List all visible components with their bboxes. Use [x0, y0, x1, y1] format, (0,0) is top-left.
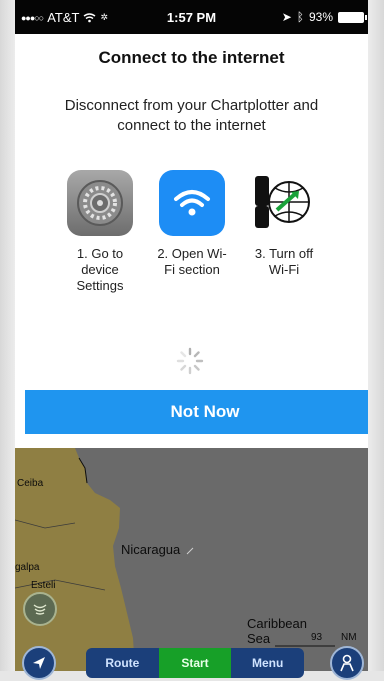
map-label-nicaragua: Nicaragua [121, 542, 181, 557]
navigation-arrow-icon [33, 657, 45, 669]
bottom-nav-bar: Route Start Menu [86, 648, 305, 678]
bluetooth-icon: ᛒ [296, 10, 304, 24]
location-arrow-icon: ➤ [281, 10, 292, 24]
status-bar: ●●●○○ AT&T ✲ 1:57 PM ➤ ᛒ 93% [15, 0, 368, 34]
wifi-icon [159, 170, 225, 236]
step-open-wifi: 2. Open Wi-Fi section [152, 170, 232, 278]
dialog-title: Connect to the internet [98, 48, 285, 67]
route-tab[interactable]: Route [86, 648, 159, 678]
globe-wifi-off-icon [251, 170, 317, 236]
map-scale-value: 93 [311, 632, 323, 643]
navigate-button[interactable] [22, 646, 56, 680]
dialog-subtitle: Disconnect from your Chartplotter and co… [64, 97, 319, 134]
start-tab[interactable]: Start [158, 648, 232, 678]
map-label-ceiba: Ceiba [17, 478, 44, 489]
sonar-button[interactable] [23, 592, 57, 626]
step-label: 3. Turn off Wi-Fi [254, 246, 314, 277]
frame-left [0, 0, 15, 681]
loading-spinner-icon [176, 347, 204, 375]
map-label-caribbean-sea: Caribbean Sea [247, 616, 307, 646]
map-scale-unit: NM [341, 632, 357, 643]
menu-tab[interactable]: Menu [231, 648, 305, 678]
chart-map[interactable]: Ceiba Nicaragua galpa Esteli Caribbean S… [15, 448, 368, 671]
step-go-to-settings: 1. Go to device Settings [60, 170, 140, 294]
phone-screen: ●●●○○ AT&T ✲ 1:57 PM ➤ ᛒ 93% Connect to … [15, 0, 368, 671]
sonar-waves-icon [33, 604, 47, 615]
user-icon [340, 654, 354, 672]
frame-right [368, 0, 384, 681]
battery-percent: 93% [308, 10, 333, 24]
step-label: 2. Open Wi-Fi section [157, 246, 227, 277]
profile-button[interactable] [330, 646, 364, 680]
not-now-button[interactable]: Not Now [25, 390, 368, 434]
step-turn-off-wifi: 3. Turn off Wi-Fi [244, 170, 324, 278]
step-label: 1. Go to device Settings [76, 246, 124, 293]
status-right: ➤ ᛒ 93% [281, 10, 367, 24]
settings-gear-icon [67, 170, 133, 236]
map-label-esteli: Esteli [31, 580, 56, 591]
battery-icon [338, 11, 367, 23]
map-label-galpa: galpa [15, 562, 40, 573]
connect-dialog: Connect to the internet Disconnect from … [15, 34, 368, 414]
